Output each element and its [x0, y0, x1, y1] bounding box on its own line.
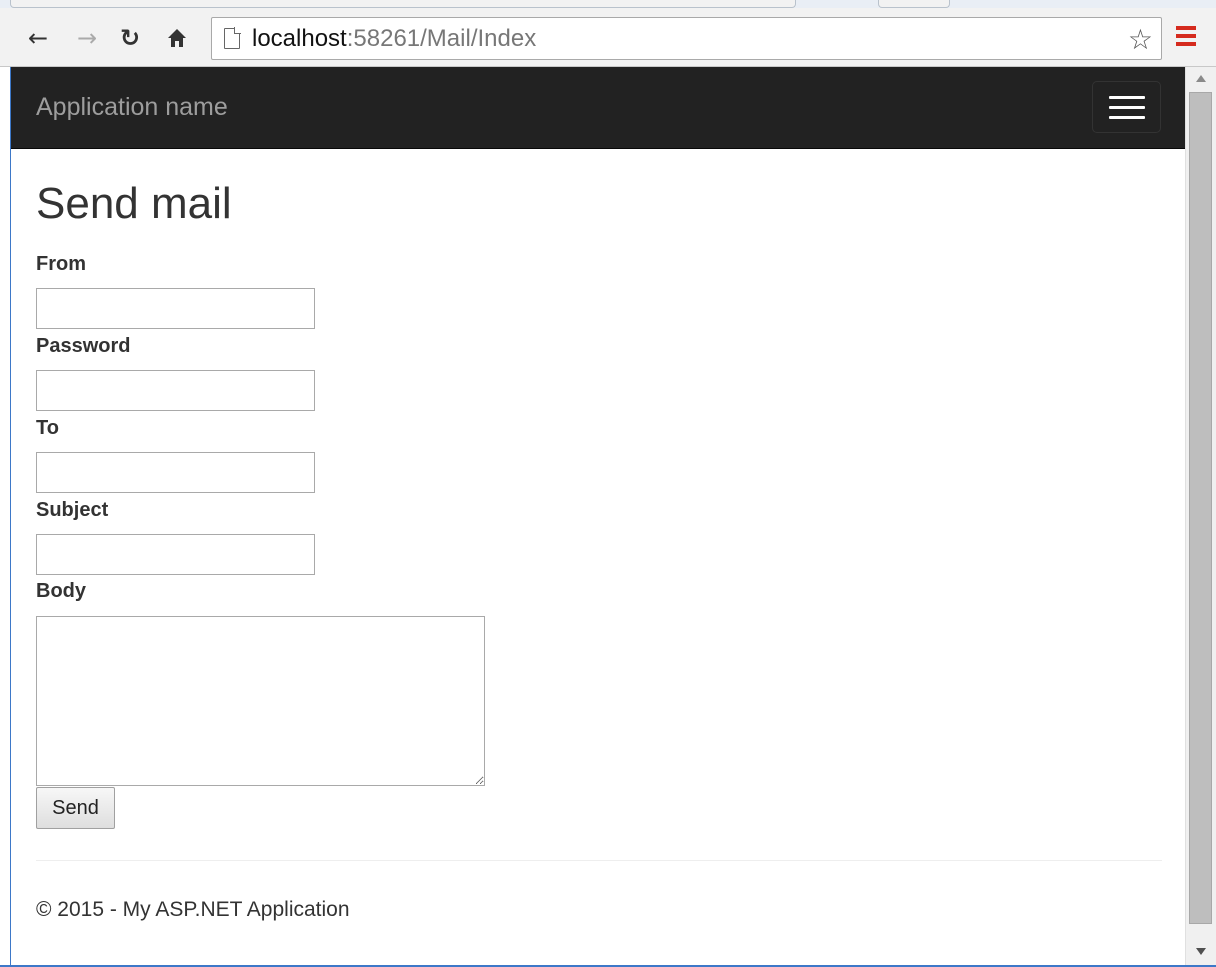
- new-tab-button[interactable]: [878, 0, 950, 8]
- back-arrow-icon[interactable]: ←: [24, 22, 52, 54]
- forward-arrow-icon[interactable]: →: [73, 22, 101, 54]
- navbar-toggle-button[interactable]: [1092, 81, 1161, 133]
- url-path: :58261/Mail/Index: [346, 25, 537, 52]
- reload-icon[interactable]: ↻: [116, 22, 144, 54]
- hamburger-bar: [1108, 105, 1145, 109]
- footer-text: © 2015 - My ASP.NET Application: [36, 898, 350, 921]
- browser-tab[interactable]: [10, 0, 796, 8]
- tab-strip: [0, 0, 1216, 8]
- vertical-scrollbar[interactable]: [1185, 67, 1216, 965]
- hamburger-bar: [1108, 95, 1145, 99]
- body-textarea[interactable]: [36, 616, 485, 786]
- url-text[interactable]: localhost:58261/Mail/Index: [252, 25, 536, 53]
- scroll-down-arrow-icon[interactable]: [1196, 948, 1206, 955]
- window-left-border: [0, 67, 11, 967]
- send-button[interactable]: Send: [36, 787, 115, 829]
- scroll-up-arrow-icon[interactable]: [1196, 75, 1206, 82]
- scrollbar-thumb[interactable]: [1189, 92, 1212, 924]
- from-input[interactable]: [36, 288, 315, 329]
- hamburger-bar: [1108, 115, 1145, 119]
- menu-icon[interactable]: [1176, 26, 1196, 46]
- subject-input[interactable]: [36, 534, 315, 575]
- brand-link[interactable]: Application name: [36, 93, 228, 122]
- to-label: To: [36, 417, 59, 439]
- subject-label: Subject: [36, 499, 109, 521]
- page-title: Send mail: [36, 179, 232, 228]
- browser-toolbar: ← → ↻ localhost:58261/Mail/Index ☆: [0, 0, 1216, 67]
- home-icon[interactable]: [163, 22, 191, 54]
- password-label: Password: [36, 335, 131, 357]
- body-label: Body: [36, 580, 86, 602]
- password-input[interactable]: [36, 370, 315, 411]
- from-label: From: [36, 253, 86, 275]
- star-icon[interactable]: ☆: [1128, 23, 1153, 56]
- page-viewport: Application name Send mail From Password…: [11, 67, 1185, 966]
- to-input[interactable]: [36, 452, 315, 493]
- navbar: Application name: [11, 67, 1185, 149]
- footer-divider: [36, 860, 1162, 861]
- url-host: localhost: [252, 25, 347, 52]
- address-bar[interactable]: localhost:58261/Mail/Index ☆: [211, 17, 1162, 60]
- page-icon: [224, 27, 241, 49]
